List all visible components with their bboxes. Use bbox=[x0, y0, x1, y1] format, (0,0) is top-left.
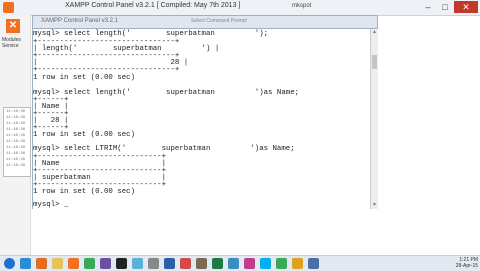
terminal-line: +-------------------------------+ bbox=[33, 66, 180, 74]
terminal-line: 1 row in set (0.00 sec) bbox=[33, 131, 136, 139]
log-line: 11:48:36 bbox=[6, 128, 26, 132]
skype-icon[interactable] bbox=[260, 258, 271, 269]
xampp-title-bar: XAMPP Control Panel v3.2.1 [ Compiled: M… bbox=[0, 0, 480, 16]
chrome-icon[interactable] bbox=[84, 258, 95, 269]
audio-icon[interactable] bbox=[244, 258, 255, 269]
browser-ie-icon[interactable] bbox=[20, 258, 31, 269]
notepad-icon[interactable] bbox=[132, 258, 143, 269]
chrome-icon-2[interactable] bbox=[276, 258, 287, 269]
terminal-line: 1 row in set (0.00 sec) bbox=[33, 74, 136, 82]
log-line: 11:48:36 bbox=[6, 146, 26, 150]
cmd-window-title: XAMPP Control Panel v3.2.1 bbox=[41, 18, 118, 24]
log-line: 11:48:36 bbox=[6, 116, 26, 120]
settings-icon[interactable] bbox=[148, 258, 159, 269]
cmd-title-bar[interactable]: XAMPP Control Panel v3.2.1 Select Comman… bbox=[32, 15, 378, 29]
cmd-icon[interactable] bbox=[116, 258, 127, 269]
cmd-window-subtitle: Select Command Prompt bbox=[191, 18, 247, 24]
terminal-line: mysql> select length(' superbatman '); bbox=[33, 30, 269, 38]
terminal-output[interactable]: mysql> select length(' superbatman '); +… bbox=[32, 29, 370, 209]
log-panel: 11:48:36 11:48:36 11:48:36 11:48:36 11:4… bbox=[3, 107, 31, 177]
log-line: 11:48:36 bbox=[6, 158, 26, 162]
paint-icon[interactable] bbox=[180, 258, 191, 269]
gimp-icon[interactable] bbox=[196, 258, 207, 269]
terminal-line: mysql> select length(' superbatman ')as … bbox=[33, 89, 300, 97]
scrollbar-thumb[interactable] bbox=[372, 55, 377, 69]
mini-window-title[interactable]: mkspot bbox=[292, 3, 311, 9]
scroll-down-arrow-icon[interactable]: ▼ bbox=[371, 202, 378, 209]
clock-date: 28-Apr-15 bbox=[455, 263, 478, 269]
log-line: 11:48:36 bbox=[6, 122, 26, 126]
log-line: 11:48:36 bbox=[6, 164, 26, 168]
close-button[interactable]: ✕ bbox=[454, 1, 478, 13]
xampp-icon[interactable] bbox=[68, 258, 79, 269]
system-clock[interactable]: 1:21 PM 28-Apr-15 bbox=[446, 257, 478, 269]
terminal-line: mysql> select LTRIM(' superbatman ')as N… bbox=[33, 145, 295, 153]
xampp-side-panel: ✕ Modules Service 11:48:36 11:48:36 11:4… bbox=[0, 15, 31, 255]
taskbar: 1:21 PM 28-Apr-15 bbox=[0, 255, 480, 271]
windows-start-icon[interactable] bbox=[4, 258, 15, 269]
log-line: 11:48:36 bbox=[6, 134, 26, 138]
folder-icon[interactable] bbox=[52, 258, 63, 269]
firefox-icon[interactable] bbox=[36, 258, 47, 269]
log-line: 11:48:36 bbox=[6, 140, 26, 144]
media-icon[interactable] bbox=[100, 258, 111, 269]
terminal-scrollbar[interactable]: ▲ ▼ bbox=[370, 29, 378, 209]
terminal-prompt[interactable]: mysql> _ bbox=[33, 201, 68, 209]
xampp-window-title: XAMPP Control Panel v3.2.1 [ Compiled: M… bbox=[65, 2, 241, 9]
excel-icon[interactable] bbox=[212, 258, 223, 269]
log-line: 11:48:36 bbox=[6, 110, 26, 114]
network-icon[interactable] bbox=[228, 258, 239, 269]
maximize-button[interactable]: □ bbox=[437, 1, 453, 13]
scroll-up-arrow-icon[interactable]: ▲ bbox=[371, 29, 378, 36]
xampp-logo-icon bbox=[3, 2, 14, 13]
word-icon[interactable] bbox=[164, 258, 175, 269]
xampp-cancel-icon[interactable]: ✕ bbox=[6, 19, 20, 33]
modules-label: Modules Service bbox=[2, 37, 21, 49]
app-icon[interactable] bbox=[308, 258, 319, 269]
terminal-line: 1 row in set (0.00 sec) bbox=[33, 188, 136, 196]
minimize-button[interactable]: – bbox=[420, 1, 436, 13]
music-icon[interactable] bbox=[292, 258, 303, 269]
log-line: 11:48:36 bbox=[6, 152, 26, 156]
